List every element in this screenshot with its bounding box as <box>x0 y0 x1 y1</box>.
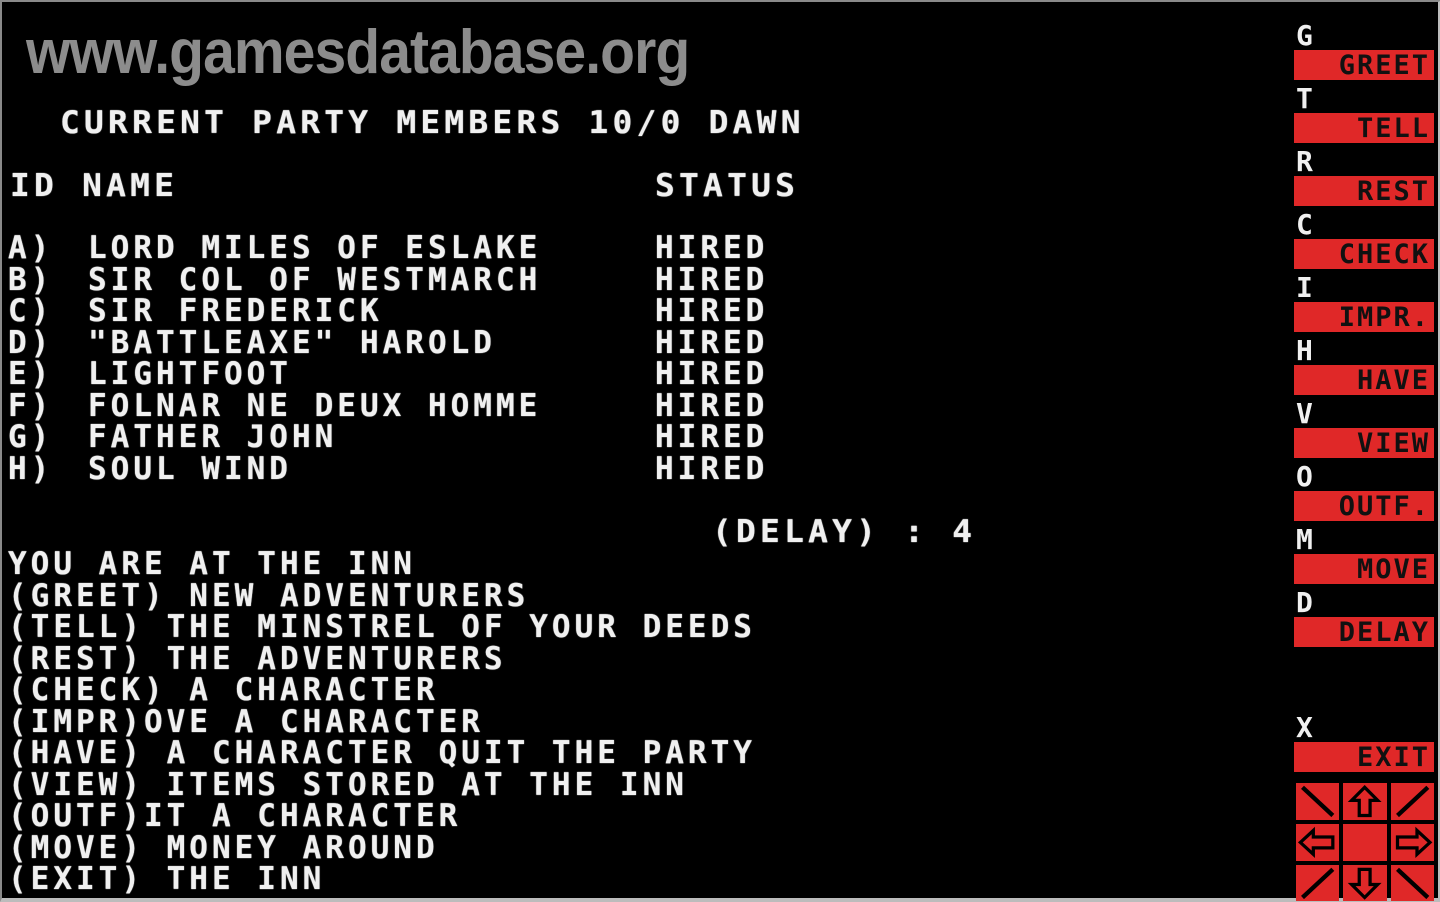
hotkey: C <box>1296 208 1313 241</box>
party-id: H) <box>8 450 54 487</box>
arrow-right-icon <box>1395 826 1433 858</box>
tell-button[interactable]: T TELL <box>1294 85 1434 148</box>
menu-option-rest[interactable]: (REST) THE ADVENTURERS <box>8 643 756 676</box>
party-name: LIGHTFOOT <box>88 356 292 392</box>
arrow-up-right-icon <box>1395 785 1429 818</box>
party-id: D) <box>8 324 54 361</box>
button-label: REST <box>1294 176 1434 206</box>
party-status: HIRED <box>655 356 769 392</box>
menu-option-tell[interactable]: (TELL) THE MINSTREL OF YOUR DEEDS <box>8 611 756 644</box>
button-label: DELAY <box>1294 617 1434 647</box>
button-label: HAVE <box>1294 365 1434 395</box>
menu-option-check[interactable]: (CHECK) A CHARACTER <box>8 674 756 707</box>
party-id: B) <box>8 261 54 298</box>
hotkey: O <box>1296 460 1313 493</box>
hotkey: V <box>1296 397 1313 430</box>
button-label: MOVE <box>1294 554 1434 584</box>
move-button[interactable]: M MOVE <box>1294 526 1434 589</box>
hotkey: T <box>1296 82 1313 115</box>
direction-pad <box>1296 783 1434 902</box>
menu-option-greet[interactable]: (GREET) NEW ADVENTURERS <box>8 580 756 613</box>
menu-option-view[interactable]: (VIEW) ITEMS STORED AT THE INN <box>8 769 756 802</box>
party-status: HIRED <box>655 419 769 455</box>
greet-button[interactable]: G GREET <box>1294 22 1434 85</box>
move-down-right-button[interactable] <box>1390 864 1434 902</box>
party-status: HIRED <box>655 293 769 329</box>
move-up-left-button[interactable] <box>1296 783 1340 820</box>
hotkey: I <box>1296 271 1313 304</box>
center-button[interactable] <box>1343 823 1387 861</box>
party-id: A) <box>8 230 54 266</box>
button-label: IMPR. <box>1294 302 1434 332</box>
have-button[interactable]: H HAVE <box>1294 337 1434 400</box>
outfit-button[interactable]: O OUTF. <box>1294 463 1434 526</box>
party-status: HIRED <box>655 387 769 424</box>
button-label: EXIT <box>1294 742 1434 772</box>
party-status: HIRED <box>655 324 769 361</box>
party-name: LORD MILES OF ESLAKE <box>88 230 542 266</box>
party-status: HIRED <box>655 261 769 298</box>
screen-title: CURRENT PARTY MEMBERS 10/0 DAWN <box>60 105 805 141</box>
party-id: F) <box>8 387 54 424</box>
center-icon <box>1343 824 1386 861</box>
rest-button[interactable]: R REST <box>1294 148 1434 211</box>
arrow-up-icon <box>1348 785 1382 818</box>
check-button[interactable]: C CHECK <box>1294 211 1434 274</box>
column-header-status: STATUS <box>655 168 800 204</box>
move-left-button[interactable] <box>1296 823 1340 861</box>
menu-option-outfit[interactable]: (OUTF)IT A CHARACTER <box>8 800 756 833</box>
party-name: SOUL WIND <box>88 450 292 487</box>
hotkey: X <box>1296 711 1313 744</box>
arrow-down-left-icon <box>1301 867 1335 899</box>
view-button[interactable]: V VIEW <box>1294 400 1434 463</box>
button-label: CHECK <box>1294 239 1434 269</box>
hotkey: G <box>1296 19 1313 52</box>
party-name: "BATTLEAXE" HAROLD <box>88 324 496 361</box>
exit-button[interactable]: X EXIT <box>1294 714 1434 777</box>
button-label: OUTF. <box>1294 491 1434 521</box>
party-name: SIR FREDERICK <box>88 293 383 329</box>
improve-button[interactable]: I IMPR. <box>1294 274 1434 337</box>
party-id: C) <box>8 293 54 329</box>
menu-option-improve[interactable]: (IMPR)OVE A CHARACTER <box>8 706 756 739</box>
inn-menu: YOU ARE AT THE INN (GREET) NEW ADVENTURE… <box>8 546 756 896</box>
party-name: SIR COL OF WESTMARCH <box>88 261 542 298</box>
arrow-left-icon <box>1297 826 1335 858</box>
watermark: www.gamesdatabase.org <box>26 18 690 87</box>
move-down-button[interactable] <box>1343 864 1387 902</box>
menu-option-have[interactable]: (HAVE) A CHARACTER QUIT THE PARTY <box>8 737 756 770</box>
location-text: YOU ARE AT THE INN <box>8 546 416 582</box>
move-up-right-button[interactable] <box>1390 783 1434 820</box>
column-header-id-name: ID NAME <box>10 168 179 204</box>
move-up-button[interactable] <box>1343 783 1387 820</box>
arrow-down-right-icon <box>1395 867 1429 899</box>
move-right-button[interactable] <box>1390 823 1434 861</box>
delay-button[interactable]: D DELAY <box>1294 589 1434 652</box>
button-label: VIEW <box>1294 428 1434 458</box>
menu-option-exit[interactable]: (EXIT) THE INN <box>8 863 756 896</box>
menu-option-move[interactable]: (MOVE) MONEY AROUND <box>8 832 756 865</box>
party-name: FATHER JOHN <box>88 419 338 455</box>
hotkey: R <box>1296 145 1313 178</box>
party-status: HIRED <box>655 230 769 266</box>
button-label: TELL <box>1294 113 1434 143</box>
party-name: FOLNAR NE DEUX HOMME <box>88 387 542 424</box>
arrow-up-left-icon <box>1301 785 1335 818</box>
hotkey: H <box>1296 334 1313 367</box>
button-label: GREET <box>1294 50 1434 80</box>
arrow-down-icon <box>1348 867 1382 900</box>
party-id: G) <box>8 419 54 455</box>
party-status: HIRED <box>655 450 769 487</box>
hotkey: M <box>1296 523 1313 556</box>
delay-readout: (DELAY) : 4 <box>712 514 977 550</box>
party-id: E) <box>8 356 54 392</box>
move-down-left-button[interactable] <box>1296 864 1340 902</box>
hotkey: D <box>1296 586 1313 619</box>
